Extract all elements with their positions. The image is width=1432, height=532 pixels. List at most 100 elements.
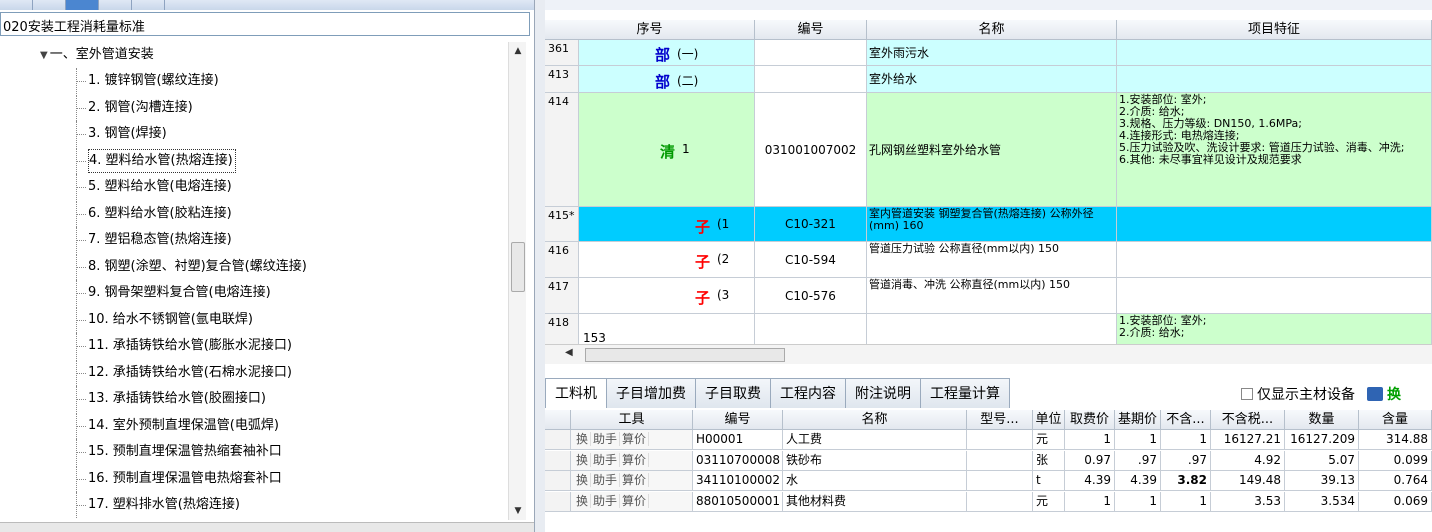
level-badge[interactable]: 子 [695, 216, 710, 237]
level-badge[interactable]: 子 [695, 287, 710, 308]
tool-button[interactable]: 算价 [620, 452, 650, 467]
resource-row-header[interactable] [545, 450, 571, 471]
resource-code-cell[interactable]: H00001 [693, 430, 783, 450]
resource-col-header[interactable]: 基期价 [1115, 410, 1161, 430]
tree-item[interactable]: 4. 塑料给水管(热熔连接) [0, 147, 500, 174]
resource-base-price-cell[interactable]: 1 [1115, 491, 1161, 512]
scroll-down-icon[interactable]: ▼ [509, 502, 527, 520]
row-number[interactable]: 415* [545, 207, 579, 242]
resource-code-cell[interactable]: 88010500001 [693, 491, 783, 512]
resource-unit-cell[interactable]: 张 [1033, 450, 1065, 471]
col-header-name[interactable]: 名称 [867, 20, 1117, 40]
resource-excl-tax-cell[interactable]: 4.92 [1211, 450, 1285, 471]
col-header-seq[interactable]: 序号 [545, 20, 755, 40]
resource-model-cell[interactable] [967, 450, 1033, 471]
tree-item[interactable]: 13. 承插铸铁给水管(胶圈接口) [0, 386, 500, 412]
tool-button[interactable]: 助手 [591, 473, 621, 487]
only-main-checkbox[interactable] [1241, 388, 1253, 400]
tree-item[interactable]: 7. 塑铝稳态管(热熔连接) [0, 227, 500, 253]
tree-item[interactable]: 11. 承插铸铁给水管(膨胀水泥接口) [0, 333, 500, 359]
resource-name-cell[interactable]: 铁砂布 [783, 450, 967, 471]
resource-model-cell[interactable] [967, 471, 1033, 491]
library-selector[interactable]: 020安装工程消耗量标准 [0, 12, 530, 36]
tree-item[interactable]: 3. 钢管(焊接) [0, 121, 500, 147]
resource-qty-cell[interactable]: 3.534 [1285, 491, 1359, 512]
tree-item[interactable]: 16. 预制直埋保温管电热熔套补口 [0, 465, 500, 492]
monitor-icon[interactable] [1367, 387, 1383, 401]
tool-button[interactable]: 换 [574, 473, 592, 487]
resource-col-header[interactable]: 不含税... [1211, 410, 1285, 430]
resource-col-header[interactable]: 编号 [693, 410, 783, 430]
tree-item[interactable]: 14. 室外预制直埋保温管(电弧焊) [0, 412, 500, 439]
tool-button[interactable]: 助手 [591, 452, 621, 467]
row-number[interactable]: 414 [545, 93, 579, 207]
tree-item[interactable]: 6. 塑料给水管(胶粘连接) [0, 200, 500, 227]
resource-unit-cell[interactable]: 元 [1033, 430, 1065, 450]
tree-item[interactable]: 15. 预制直埋保温管热缩套袖补口 [0, 439, 500, 465]
resource-content-cell[interactable]: 0.099 [1359, 450, 1432, 471]
panel-splitter[interactable] [535, 0, 545, 532]
detail-tab[interactable]: 工程内容 [770, 378, 846, 408]
level-badge[interactable]: 部 [655, 44, 670, 65]
resource-excl-cell[interactable]: 3.82 [1161, 471, 1211, 491]
col-header-feature[interactable]: 项目特征 [1117, 20, 1432, 40]
feature-cell[interactable] [1117, 278, 1432, 314]
resource-base-price-cell[interactable]: .97 [1115, 450, 1161, 471]
detail-tab[interactable]: 工程量计算 [920, 378, 1010, 408]
tree-item[interactable]: 17. 塑料排水管(热熔连接) [0, 492, 500, 518]
name-cell[interactable]: 管道消毒、冲洗 公称直径(mm以内) 150 [867, 278, 1117, 314]
row-number[interactable]: 413 [545, 66, 579, 93]
name-cell[interactable]: 室外给水 [867, 66, 1117, 93]
feature-cell[interactable] [1117, 40, 1432, 66]
scroll-thumb[interactable] [511, 242, 525, 292]
resource-excl-tax-cell[interactable]: 149.48 [1211, 471, 1285, 491]
code-cell[interactable]: C10-321 [755, 207, 867, 242]
feature-cell[interactable] [1117, 66, 1432, 93]
resource-model-cell[interactable] [967, 430, 1033, 450]
row-number[interactable]: 416 [545, 242, 579, 278]
scroll-up-icon[interactable]: ▲ [509, 42, 527, 60]
level-badge[interactable]: 部 [655, 71, 670, 92]
resource-row-header[interactable] [545, 430, 571, 450]
tree-item[interactable]: 12. 承插铸铁给水管(石棉水泥接口) [0, 359, 500, 386]
tree-item[interactable]: 1. 镀锌钢管(螺纹连接) [0, 68, 500, 94]
code-cell[interactable]: 031001007002 [755, 93, 867, 207]
resource-col-header[interactable]: 单位 [1033, 410, 1065, 430]
seq-cell[interactable]: 清1 [579, 93, 755, 207]
resource-col-header[interactable]: 型号... [967, 410, 1033, 430]
tool-button[interactable]: 换 [574, 432, 592, 446]
resource-excl-cell[interactable]: .97 [1161, 450, 1211, 471]
resource-col-header[interactable]: 含量 [1359, 410, 1432, 430]
resource-base-price-cell[interactable]: 1 [1115, 430, 1161, 450]
tool-button[interactable]: 助手 [591, 493, 621, 508]
name-cell[interactable]: 室外雨污水 [867, 40, 1117, 66]
resource-content-cell[interactable]: 314.88 [1359, 430, 1432, 450]
resource-col-header[interactable]: 不含... [1161, 410, 1211, 430]
resource-fee-price-cell[interactable]: 0.97 [1065, 450, 1115, 471]
tool-button[interactable]: 算价 [620, 473, 650, 487]
resource-code-cell[interactable]: 34110100002 [693, 471, 783, 491]
resource-col-header[interactable]: 工具 [571, 410, 693, 430]
name-cell[interactable]: 室内管道安装 钢塑复合管(热熔连接) 公称外径(mm) 160 [867, 207, 1117, 242]
library-tab-5[interactable] [132, 0, 165, 10]
feature-cell[interactable] [1117, 207, 1432, 242]
detail-tab[interactable]: 工料机 [545, 378, 607, 408]
resource-col-header[interactable]: 数量 [1285, 410, 1359, 430]
tree-item[interactable]: 2. 钢管(沟槽连接) [0, 94, 500, 121]
row-number[interactable]: 417 [545, 278, 579, 314]
resource-content-cell[interactable]: 0.069 [1359, 491, 1432, 512]
resource-qty-cell[interactable]: 39.13 [1285, 471, 1359, 491]
resource-name-cell[interactable]: 人工费 [783, 430, 967, 450]
tree-item[interactable]: 5. 塑料给水管(电熔连接) [0, 174, 500, 200]
seq-cell[interactable]: 部 (一) [579, 40, 755, 66]
tool-button[interactable]: 换 [574, 493, 592, 508]
resource-unit-cell[interactable]: t [1033, 471, 1065, 491]
resource-row-header[interactable] [545, 471, 571, 491]
resource-name-cell[interactable]: 其他材料费 [783, 491, 967, 512]
tool-button[interactable]: 助手 [591, 432, 621, 446]
resource-col-header[interactable]: 名称 [783, 410, 967, 430]
resource-name-cell[interactable]: 水 [783, 471, 967, 491]
col-header-code[interactable]: 编号 [755, 20, 867, 40]
feature-cell[interactable] [1117, 242, 1432, 278]
library-tab-4[interactable] [99, 0, 132, 10]
